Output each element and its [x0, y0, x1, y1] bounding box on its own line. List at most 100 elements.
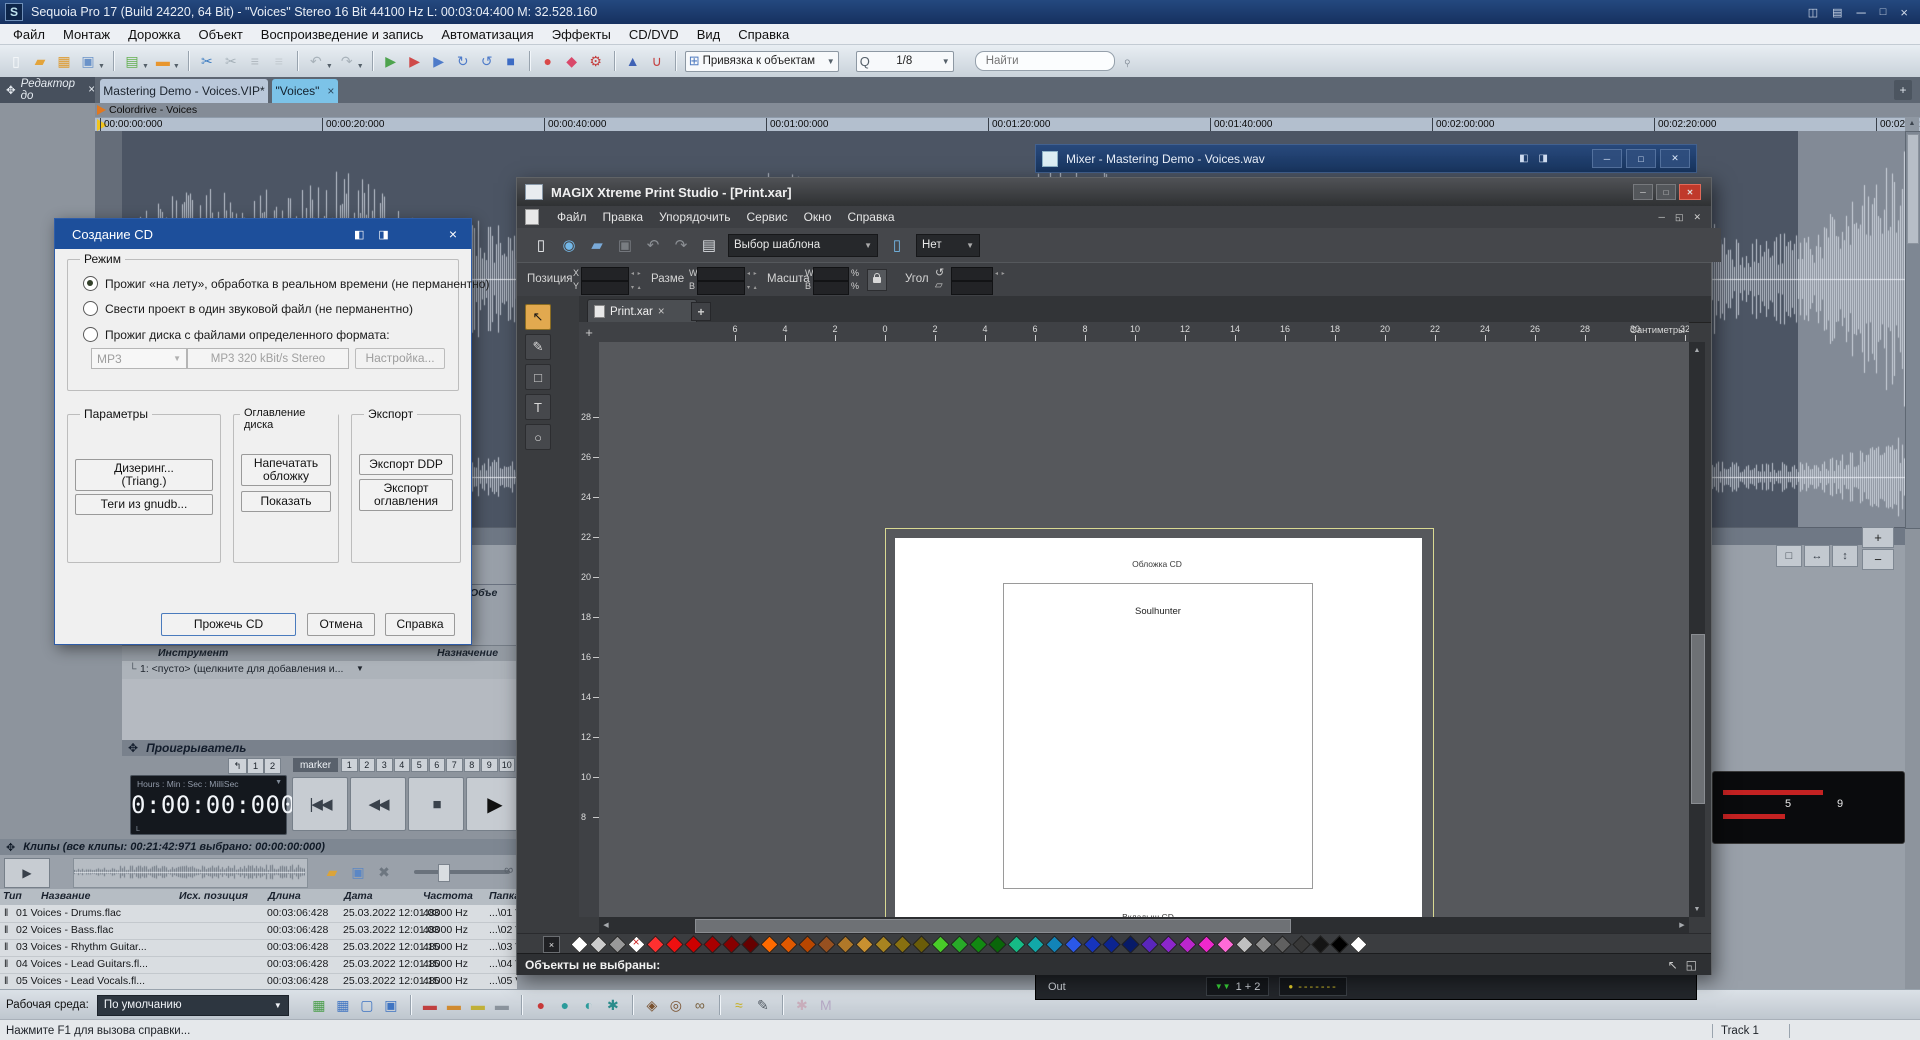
- page-flip-status-icon[interactable]: ◱: [1686, 958, 1697, 972]
- keypad-red-icon[interactable]: ▬: [419, 994, 441, 1016]
- glue-objects-icon[interactable]: ≡: [243, 49, 267, 73]
- zoom-out-button[interactable]: −: [1862, 549, 1894, 570]
- scroll-left-arrow-icon[interactable]: ◀: [599, 918, 613, 932]
- template-page-icon[interactable]: ▯: [885, 233, 909, 257]
- editor-dock-header[interactable]: ✥ Редактор до ×: [0, 77, 101, 103]
- wheel-icon[interactable]: ◎: [665, 994, 687, 1016]
- dialog-close-icon[interactable]: ×: [449, 226, 457, 242]
- color-swatch[interactable]: [608, 935, 627, 954]
- keypad-orange-icon[interactable]: ▬: [443, 994, 465, 1016]
- save-icon[interactable]: ▣: [347, 861, 369, 883]
- main-menu-item[interactable]: Автоматизация: [432, 27, 542, 42]
- ball-teal-icon[interactable]: ●: [554, 994, 576, 1016]
- size-w-field[interactable]: [697, 267, 745, 281]
- clip-row[interactable]: ‖ 02 Voices - Bass.flac 00:03:06:428 25.03.…: [0, 922, 517, 940]
- anchor-icon[interactable]: ◈: [641, 994, 663, 1016]
- timeline-ruler[interactable]: 00:00:00:000 00:00:20:000 00:00:40:000 00:0…: [95, 117, 1920, 132]
- workspace-grid-icon[interactable]: ▦: [308, 994, 330, 1016]
- tab-mastering-demo[interactable]: Mastering Demo - Voices.VIP*: [100, 79, 268, 103]
- cd-cover-object[interactable]: Soulhunter: [1003, 583, 1313, 889]
- new-tab-button[interactable]: +: [1894, 80, 1912, 100]
- color-swatch[interactable]: [741, 935, 760, 954]
- position-x-field[interactable]: [581, 267, 629, 281]
- dialog-title-bar[interactable]: Создание CD ◧ ◨ ×: [55, 219, 471, 249]
- color-swatch[interactable]: [570, 935, 589, 954]
- color-swatch[interactable]: [931, 935, 950, 954]
- color-swatch[interactable]: [1235, 935, 1254, 954]
- marker-button-5[interactable]: 5: [411, 758, 428, 772]
- gnudb-tags-button[interactable]: Теги из gnudb...: [75, 494, 213, 515]
- marker-bar[interactable]: Colordrive - Voices: [95, 103, 1920, 117]
- scroll-right-arrow-icon[interactable]: ▶: [1675, 918, 1689, 932]
- spinner-icon[interactable]: ▾ ▴: [747, 284, 758, 291]
- chevron-down-icon[interactable]: ▼: [357, 63, 364, 70]
- print-menu-item[interactable]: Справка: [839, 210, 902, 224]
- color-swatch[interactable]: [1121, 935, 1140, 954]
- main-menu-item[interactable]: Справка: [729, 27, 798, 42]
- size-h-field[interactable]: [697, 281, 745, 295]
- color-swatch[interactable]: [646, 935, 665, 954]
- rectangle-tool[interactable]: □: [525, 364, 551, 390]
- level-curve-icon[interactable]: ≈: [728, 994, 750, 1016]
- text-tool[interactable]: T: [525, 394, 551, 420]
- open-from-disc-icon[interactable]: ◉: [557, 233, 581, 257]
- color-swatch[interactable]: [1083, 935, 1102, 954]
- color-swatch[interactable]: [1330, 935, 1349, 954]
- freehand-tool[interactable]: ✎: [525, 334, 551, 360]
- volume-slider[interactable]: [414, 864, 510, 882]
- scroll-up-arrow-icon[interactable]: ▲: [1690, 343, 1704, 357]
- snap-combo[interactable]: ⊞ Привязка к объектам ▼: [684, 50, 839, 72]
- transport-play-button[interactable]: ▶: [466, 777, 522, 831]
- angle-field[interactable]: [951, 267, 993, 281]
- export-toc-button[interactable]: Экспорт оглавления: [359, 479, 453, 511]
- print-vertical-scrollbar[interactable]: ▲ ▼: [1689, 342, 1705, 917]
- mixer-title-bar[interactable]: Mixer - Mastering Demo - Voices.wav ◧ ◨ …: [1035, 144, 1697, 173]
- color-swatch[interactable]: [1292, 935, 1311, 954]
- clips-column-header[interactable]: Частота: [423, 890, 473, 902]
- redo-icon[interactable]: ↷: [335, 49, 359, 73]
- pin-icon[interactable]: ◧: [1519, 153, 1528, 164]
- mdi-close-icon[interactable]: ✕: [1693, 212, 1701, 223]
- color-swatch[interactable]: [627, 935, 646, 954]
- open-project-icon[interactable]: ▰: [28, 49, 52, 73]
- color-swatch[interactable]: [1197, 935, 1216, 954]
- help-button[interactable]: Справка: [385, 613, 455, 636]
- stop-icon[interactable]: ■: [499, 49, 523, 73]
- workspace-monitor-icon[interactable]: ▢: [356, 994, 378, 1016]
- slider-thumb[interactable]: [438, 864, 450, 882]
- pointer-status-icon[interactable]: ↖: [1668, 958, 1678, 972]
- metronome-icon[interactable]: ▲: [621, 49, 645, 73]
- load-audio-file-icon[interactable]: ▦: [52, 49, 76, 73]
- search-icon[interactable]: ⌕: [1118, 52, 1136, 70]
- folder-icon[interactable]: ▰: [321, 861, 343, 883]
- main-menu-item[interactable]: Файл: [4, 27, 54, 42]
- color-swatch[interactable]: [1216, 935, 1235, 954]
- color-swatch[interactable]: [1045, 935, 1064, 954]
- color-swatch[interactable]: [1026, 935, 1045, 954]
- chevron-down-icon[interactable]: ▼: [275, 779, 282, 789]
- chevron-down-icon[interactable]: ▼: [173, 63, 180, 70]
- window-layout-2-icon[interactable]: ◨: [378, 228, 388, 241]
- color-swatch[interactable]: [817, 935, 836, 954]
- color-swatch[interactable]: [874, 935, 893, 954]
- color-swatch[interactable]: [1064, 935, 1083, 954]
- delete-icon[interactable]: ✖: [373, 861, 395, 883]
- save-project-icon[interactable]: ▣: [76, 49, 100, 73]
- clip-row[interactable]: ‖ 05 Voices - Lead Vocals.fl... 00:03:06:4…: [0, 973, 517, 989]
- color-swatch[interactable]: [722, 935, 741, 954]
- clips-column-header[interactable]: Название: [41, 890, 90, 902]
- glue-objects-2-icon[interactable]: ≡: [267, 49, 291, 73]
- minimize-button[interactable]: ─: [1857, 5, 1866, 20]
- window-layout-icon[interactable]: ◧: [354, 228, 364, 241]
- print-minimize-button[interactable]: ─: [1633, 184, 1653, 200]
- clip-row[interactable]: ‖ 01 Voices - Drums.flac 00:03:06:428 25.03…: [0, 905, 517, 923]
- print-close-button[interactable]: ✕: [1679, 184, 1701, 200]
- chevron-down-icon[interactable]: ▼: [356, 664, 364, 673]
- scroll-down-arrow-icon[interactable]: ▼: [1690, 902, 1704, 916]
- main-menu-item[interactable]: Объект: [190, 27, 252, 42]
- spinner-icon[interactable]: ◂ ▸: [995, 270, 1006, 277]
- print-menu-item[interactable]: Файл: [549, 210, 595, 224]
- scale-w-field[interactable]: [813, 267, 849, 281]
- marker-button-6[interactable]: 6: [428, 758, 445, 772]
- marker-button-8[interactable]: 8: [463, 758, 480, 772]
